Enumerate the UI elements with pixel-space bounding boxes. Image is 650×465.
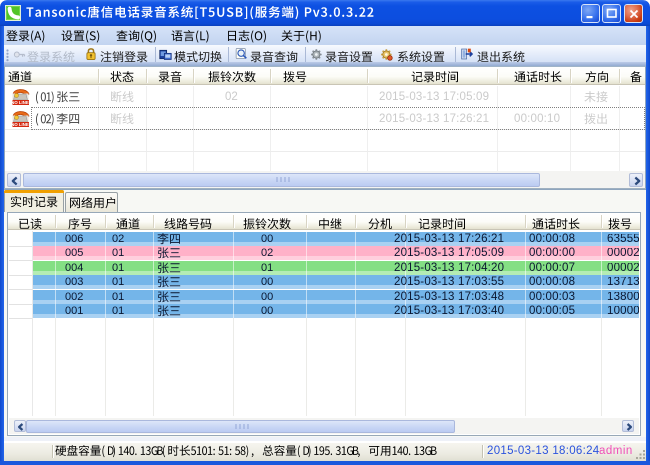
svg-text:NO LINE!: NO LINE! xyxy=(11,122,30,127)
svg-text:NO LINE!: NO LINE! xyxy=(11,100,30,105)
